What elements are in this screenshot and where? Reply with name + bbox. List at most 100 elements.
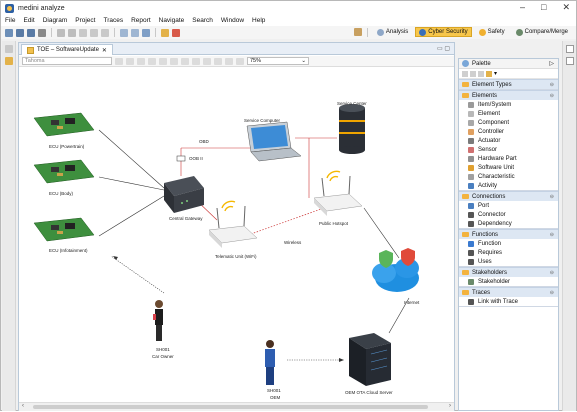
menu-file[interactable]: File bbox=[5, 17, 15, 24]
palette-item-link-with-trace[interactable]: Link with Trace bbox=[459, 297, 558, 306]
palette-drawer-header[interactable]: Connections ⊖ bbox=[459, 191, 558, 201]
central-gateway-node[interactable] bbox=[164, 176, 204, 213]
palette-item-function[interactable]: Function bbox=[459, 239, 558, 248]
properties-view-icon[interactable] bbox=[566, 57, 574, 65]
horizontal-scrollbar[interactable]: ‹ › bbox=[19, 402, 454, 411]
menu-help[interactable]: Help bbox=[252, 17, 265, 24]
car-owner-node[interactable] bbox=[153, 300, 163, 341]
menu-report[interactable]: Report bbox=[131, 17, 151, 24]
tab-close-icon[interactable]: ✕ bbox=[102, 47, 107, 54]
menu-traces[interactable]: Traces bbox=[103, 17, 123, 24]
palette-item-controller[interactable]: Controller bbox=[459, 127, 558, 136]
palette-item-uses[interactable]: Uses bbox=[459, 257, 558, 266]
select-tool-icon[interactable] bbox=[462, 70, 468, 77]
folder-icon[interactable] bbox=[161, 28, 169, 37]
palette-item-requires[interactable]: Requires bbox=[459, 248, 558, 257]
scroll-right-icon[interactable]: › bbox=[449, 403, 451, 409]
oem-ota-cloud-server-node[interactable] bbox=[349, 333, 391, 386]
zoom-select[interactable]: 75% ⌄ bbox=[247, 57, 309, 65]
connector-line[interactable] bbox=[98, 195, 165, 237]
palette-drawer-header[interactable]: Stakeholders ⊖ bbox=[459, 267, 558, 277]
route-icon[interactable] bbox=[214, 57, 222, 65]
editor-tab-toe-softwareupdate[interactable]: TOE – SoftwareUpdate ✕ bbox=[21, 44, 113, 55]
palette-item-sensor[interactable]: Sensor bbox=[459, 145, 558, 154]
palette-item-connector[interactable]: Connector bbox=[459, 210, 558, 219]
paste-icon[interactable] bbox=[101, 28, 109, 37]
restore-view-icon[interactable] bbox=[5, 45, 13, 53]
palette-drawer-header[interactable]: Elements ⊖ bbox=[459, 90, 558, 100]
perspective-safety[interactable]: Safety bbox=[475, 27, 509, 37]
cut-icon[interactable] bbox=[79, 28, 87, 37]
public-hotspot-node[interactable] bbox=[313, 170, 363, 216]
open-perspective-icon[interactable] bbox=[353, 28, 362, 36]
palette-item-software-unit[interactable]: Software Unit bbox=[459, 163, 558, 172]
save-all-icon[interactable] bbox=[27, 28, 35, 37]
drawer-toggle-icon[interactable]: ⊖ bbox=[550, 194, 554, 200]
model-browser-icon[interactable] bbox=[5, 57, 13, 65]
ecu-powertrain-node[interactable] bbox=[33, 112, 95, 137]
italic-icon[interactable] bbox=[126, 57, 134, 65]
print-icon[interactable] bbox=[38, 28, 46, 37]
line-color-icon[interactable] bbox=[159, 57, 167, 65]
snap-icon[interactable] bbox=[225, 57, 233, 65]
drawer-toggle-icon[interactable]: ⊖ bbox=[550, 232, 554, 238]
note-tool-icon[interactable] bbox=[486, 70, 492, 77]
palette-item-item-system[interactable]: Item/System bbox=[459, 100, 558, 109]
perspective-cyber-security[interactable]: Cyber Security bbox=[415, 27, 472, 37]
palette-item-stakeholder[interactable]: Stakeholder bbox=[459, 277, 558, 286]
restore-view-icon[interactable] bbox=[566, 45, 574, 53]
scroll-left-icon[interactable]: ‹ bbox=[22, 403, 24, 409]
save-icon[interactable] bbox=[16, 28, 24, 37]
menu-diagram[interactable]: Diagram bbox=[43, 17, 68, 24]
arrange-icon[interactable] bbox=[181, 57, 189, 65]
menu-project[interactable]: Project bbox=[75, 17, 95, 24]
palette-item-port[interactable]: Port bbox=[459, 201, 558, 210]
grid-icon[interactable] bbox=[236, 57, 244, 65]
service-computer-node[interactable] bbox=[246, 121, 302, 162]
oem-node[interactable] bbox=[265, 340, 275, 385]
menu-window[interactable]: Window bbox=[221, 17, 244, 24]
new-icon[interactable] bbox=[5, 28, 13, 37]
zoom-in-tool-icon[interactable] bbox=[470, 70, 476, 77]
drawer-toggle-icon[interactable]: ⊖ bbox=[550, 290, 554, 296]
ecu-body-node[interactable] bbox=[33, 159, 95, 184]
wireless-link-line[interactable] bbox=[250, 207, 325, 235]
drawer-toggle-icon[interactable]: ⊖ bbox=[550, 270, 554, 276]
close-button[interactable]: ✕ bbox=[562, 2, 570, 13]
filter-icon[interactable] bbox=[142, 28, 150, 37]
run-icon[interactable] bbox=[172, 28, 180, 37]
perspective-compare-merge[interactable]: Compare/Merge bbox=[512, 27, 572, 37]
zoom-out-tool-icon[interactable] bbox=[478, 70, 484, 77]
scrollbar-thumb[interactable] bbox=[33, 405, 428, 409]
ecu-infotainment-node[interactable] bbox=[33, 217, 95, 242]
palette-item-component[interactable]: Component bbox=[459, 118, 558, 127]
palette-item-dependency[interactable]: Dependency bbox=[459, 219, 558, 228]
menu-search[interactable]: Search bbox=[192, 17, 213, 24]
connector-line[interactable] bbox=[363, 207, 400, 259]
maximize-button[interactable]: □ bbox=[541, 2, 546, 13]
layout-icon[interactable] bbox=[131, 28, 139, 37]
menu-navigate[interactable]: Navigate bbox=[159, 17, 185, 24]
zoom-icon[interactable] bbox=[120, 28, 128, 37]
undo-icon[interactable] bbox=[57, 28, 65, 37]
internet-node[interactable] bbox=[372, 248, 419, 292]
font-color-icon[interactable] bbox=[137, 57, 145, 65]
palette-drawer-header[interactable]: Element Types ⊖ bbox=[459, 79, 558, 89]
palette-drawer-header[interactable]: Traces ⊖ bbox=[459, 287, 558, 297]
minimize-button[interactable]: – bbox=[520, 2, 525, 13]
connector-line[interactable] bbox=[98, 129, 165, 189]
diagram-canvas[interactable]: ECU (Powertrain) ECU (Body) ECU (Infotai… bbox=[19, 68, 454, 412]
palette-item-element[interactable]: Element bbox=[459, 109, 558, 118]
service-center-node[interactable] bbox=[339, 104, 365, 154]
telematic-unit-node[interactable] bbox=[208, 200, 258, 248]
drawer-toggle-icon[interactable]: ⊖ bbox=[550, 82, 554, 88]
redo-icon[interactable] bbox=[68, 28, 76, 37]
perspective-analysis[interactable]: Analysis bbox=[373, 27, 412, 37]
chevron-down-icon[interactable]: ▾ bbox=[494, 70, 497, 77]
palette-item-actuator[interactable]: Actuator bbox=[459, 136, 558, 145]
palette-collapse-icon[interactable]: ▷ bbox=[549, 60, 554, 67]
palette-item-activity[interactable]: Activity bbox=[459, 181, 558, 190]
align-icon[interactable] bbox=[192, 57, 200, 65]
font-family-select[interactable]: Tahoma bbox=[22, 57, 112, 65]
fill-color-icon[interactable] bbox=[148, 57, 156, 65]
